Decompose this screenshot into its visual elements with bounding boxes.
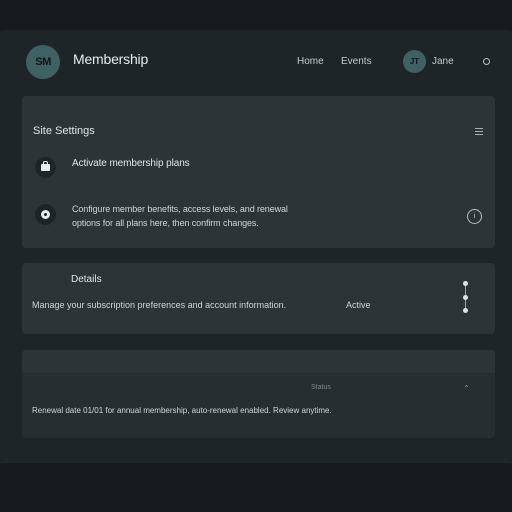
user-name[interactable]: Jane bbox=[432, 56, 454, 67]
brand-title: Membership bbox=[73, 51, 149, 67]
settings-row-line-2: options for all plans here, then confirm… bbox=[72, 218, 259, 228]
app-window: SM Membership Home Events JT Jane Site S… bbox=[0, 30, 512, 462]
table-card: Status ⌃ Renewal date 01/01 for annual m… bbox=[22, 350, 495, 438]
settings-row-line-1: Configure member benefits, access levels… bbox=[72, 204, 288, 214]
menu-icon[interactable] bbox=[475, 128, 483, 135]
details-card-title: Details bbox=[71, 274, 102, 285]
settings-card-title: Site Settings bbox=[33, 125, 95, 137]
top-header: SM Membership Home Events JT Jane bbox=[0, 30, 512, 94]
slider-icon[interactable] bbox=[461, 281, 470, 315]
top-band bbox=[0, 0, 512, 30]
info-icon: i bbox=[473, 213, 476, 220]
settings-row-title[interactable]: Activate membership plans bbox=[72, 158, 190, 169]
status-dot-icon bbox=[483, 58, 490, 65]
avatar-initials: JT bbox=[409, 57, 420, 66]
table-row-text: Renewal date 01/01 for annual membership… bbox=[32, 406, 332, 415]
nav-home[interactable]: Home bbox=[297, 56, 324, 67]
settings-card: Site Settings Activate membership plans … bbox=[22, 96, 495, 248]
details-card: Details Manage your subscription prefere… bbox=[22, 263, 495, 334]
details-description: Manage your subscription preferences and… bbox=[32, 300, 287, 310]
info-button[interactable]: i bbox=[467, 209, 482, 224]
sort-icon[interactable]: ⌃ bbox=[463, 384, 470, 393]
gear-icon bbox=[35, 204, 56, 225]
avatar[interactable]: JT bbox=[403, 50, 426, 73]
logo-text: SM bbox=[35, 56, 51, 68]
column-header-status[interactable]: Status bbox=[311, 384, 331, 391]
nav-events[interactable]: Events bbox=[341, 56, 372, 67]
details-status-badge: Active bbox=[346, 300, 371, 310]
logo-badge[interactable]: SM bbox=[26, 45, 60, 79]
bottom-band bbox=[0, 462, 512, 512]
bag-icon bbox=[35, 157, 56, 178]
